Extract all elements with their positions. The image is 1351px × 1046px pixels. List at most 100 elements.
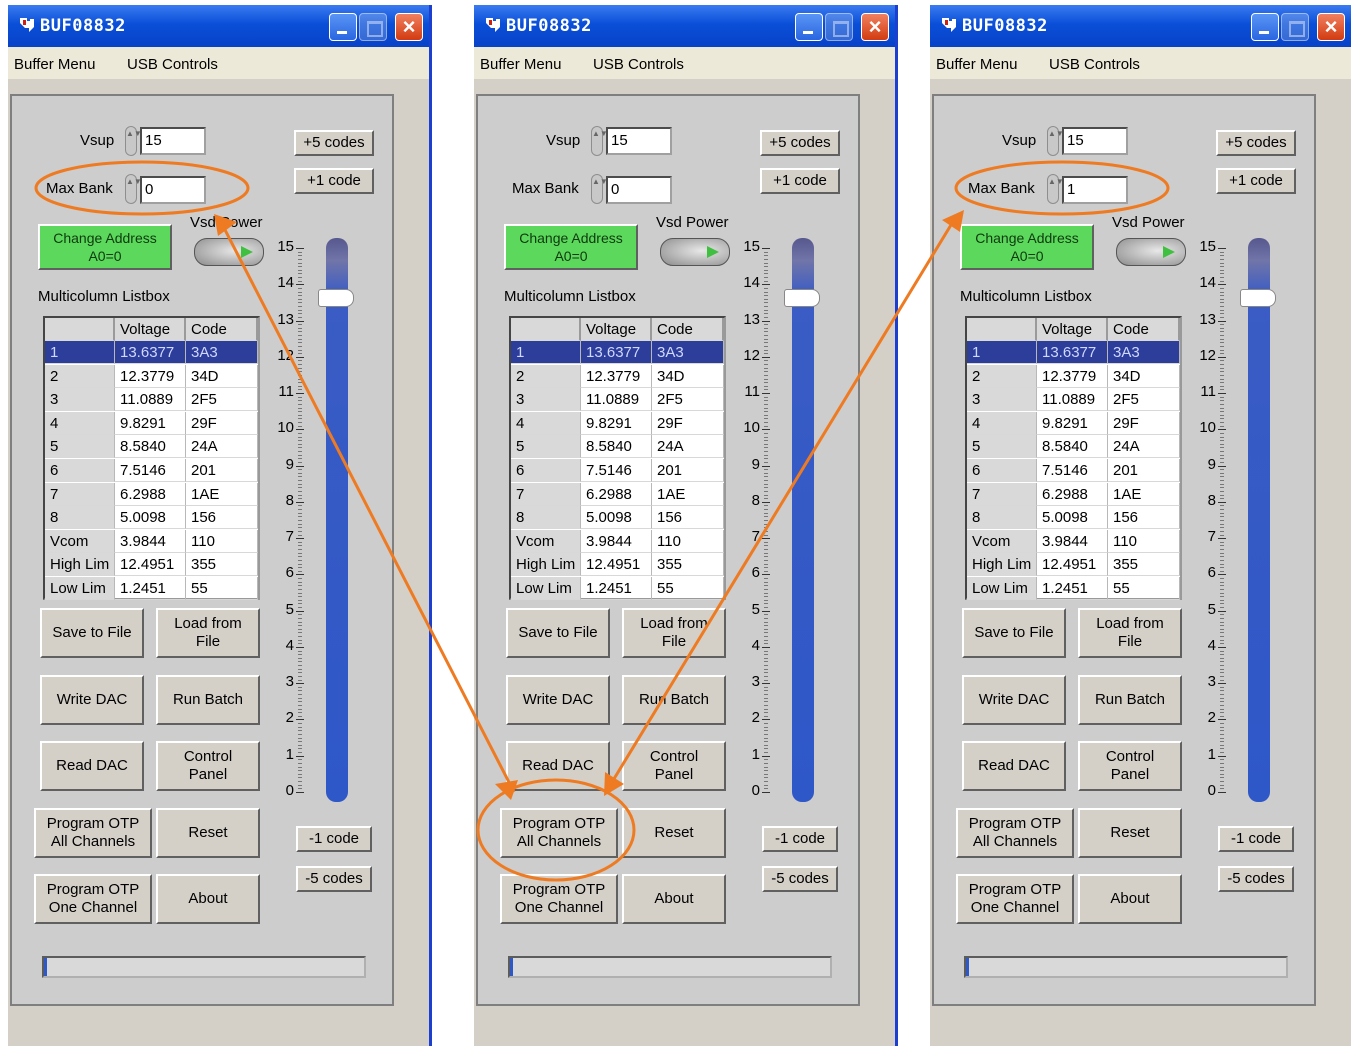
run-batch-button[interactable]: Run Batch — [622, 675, 726, 725]
program-otp-one-button[interactable]: Program OTP One Channel — [34, 874, 152, 924]
read-dac-button[interactable]: Read DAC — [506, 741, 610, 791]
write-dac-button[interactable]: Write DAC — [40, 675, 144, 725]
table-row[interactable]: 6 7.5146 201 — [967, 459, 1180, 482]
maxbank-input[interactable]: 0 — [606, 176, 672, 204]
column-header[interactable]: Code — [1108, 318, 1180, 341]
run-batch-button[interactable]: Run Batch — [156, 675, 260, 725]
table-row[interactable]: 7 6.2988 1AE — [967, 482, 1180, 506]
table-row[interactable]: 6 7.5146 201 — [45, 459, 258, 482]
table-row[interactable]: 4 9.8291 29F — [967, 411, 1180, 435]
program-otp-all-button[interactable]: Program OTP All Channels — [956, 808, 1074, 858]
maxbank-input[interactable]: 1 — [1062, 176, 1128, 204]
read-dac-button[interactable]: Read DAC — [962, 741, 1066, 791]
vsd-power-toggle[interactable] — [194, 238, 264, 266]
maximize-button[interactable] — [825, 13, 853, 41]
close-button[interactable]: × — [395, 13, 423, 41]
column-header[interactable]: Voltage — [1037, 318, 1108, 341]
table-row[interactable]: 5 8.5840 24A — [967, 435, 1180, 459]
table-row[interactable]: Low Lim 1.2451 55 — [511, 577, 724, 600]
load-from-file-button[interactable]: Load from File — [156, 608, 260, 658]
minus-5-codes-button[interactable]: -5 codes — [1218, 866, 1294, 892]
run-batch-button[interactable]: Run Batch — [1078, 675, 1182, 725]
maxbank-spinner[interactable]: ▲▼ — [591, 174, 608, 204]
table-row[interactable]: 2 12.3779 34D — [967, 364, 1180, 388]
reset-button[interactable]: Reset — [156, 808, 260, 858]
load-from-file-button[interactable]: Load from File — [622, 608, 726, 658]
multicolumn-listbox[interactable]: Voltage Code 1 13.6377 3A3 2 12.3779 34D 3 11.088… — [509, 316, 726, 600]
menu-usb-controls[interactable]: USB Controls — [127, 56, 218, 73]
multicolumn-listbox[interactable]: Voltage Code 1 13.6377 3A3 2 12.3779 34D 3 11.088… — [43, 316, 260, 600]
table-row[interactable]: Low Lim 1.2451 55 — [967, 577, 1180, 600]
reset-button[interactable]: Reset — [622, 808, 726, 858]
voltage-slider-track[interactable] — [792, 238, 814, 802]
voltage-slider-track[interactable] — [1248, 238, 1270, 802]
title-bar[interactable]: BUF08832 × — [474, 5, 895, 47]
menu-usb-controls[interactable]: USB Controls — [1049, 56, 1140, 73]
vsup-spinner[interactable]: ▲▼ — [1047, 126, 1064, 156]
close-button[interactable]: × — [1317, 13, 1345, 41]
table-row[interactable]: 5 8.5840 24A — [45, 435, 258, 459]
table-row[interactable]: 1 13.6377 3A3 — [45, 341, 258, 364]
program-otp-all-button[interactable]: Program OTP All Channels — [500, 808, 618, 858]
table-row[interactable]: 5 8.5840 24A — [511, 435, 724, 459]
program-otp-all-button[interactable]: Program OTP All Channels — [34, 808, 152, 858]
voltage-slider-thumb[interactable] — [318, 289, 354, 308]
table-row[interactable]: High Lim 12.4951 355 — [511, 553, 724, 577]
title-bar[interactable]: BUF08832 × — [8, 5, 429, 47]
column-header[interactable]: Code — [186, 318, 258, 341]
table-row[interactable]: 3 11.0889 2F5 — [45, 388, 258, 412]
minimize-button[interactable] — [1251, 13, 1279, 41]
table-row[interactable]: 4 9.8291 29F — [45, 411, 258, 435]
about-button[interactable]: About — [156, 874, 260, 924]
table-row[interactable]: 8 5.0098 156 — [45, 506, 258, 530]
close-button[interactable]: × — [861, 13, 889, 41]
table-row[interactable]: Low Lim 1.2451 55 — [45, 577, 258, 600]
table-row[interactable]: 8 5.0098 156 — [511, 506, 724, 530]
menu-buffer[interactable]: Buffer Menu — [480, 56, 561, 73]
table-row[interactable]: 7 6.2988 1AE — [511, 482, 724, 506]
table-row[interactable]: 3 11.0889 2F5 — [967, 388, 1180, 412]
table-row[interactable]: 7 6.2988 1AE — [45, 482, 258, 506]
table-row[interactable]: 6 7.5146 201 — [511, 459, 724, 482]
program-otp-one-button[interactable]: Program OTP One Channel — [956, 874, 1074, 924]
voltage-slider-track[interactable] — [326, 238, 348, 802]
maxbank-spinner[interactable]: ▲▼ — [1047, 174, 1064, 204]
title-bar[interactable]: BUF08832 × — [930, 5, 1351, 47]
column-header[interactable]: Code — [652, 318, 724, 341]
column-header[interactable] — [511, 318, 581, 341]
table-row[interactable]: 2 12.3779 34D — [511, 364, 724, 388]
reset-button[interactable]: Reset — [1078, 808, 1182, 858]
save-to-file-button[interactable]: Save to File — [962, 608, 1066, 658]
table-row[interactable]: 1 13.6377 3A3 — [967, 341, 1180, 364]
read-dac-button[interactable]: Read DAC — [40, 741, 144, 791]
load-from-file-button[interactable]: Load from File — [1078, 608, 1182, 658]
vsd-power-toggle[interactable] — [1116, 238, 1186, 266]
minus-5-codes-button[interactable]: -5 codes — [296, 866, 372, 892]
table-row[interactable]: 1 13.6377 3A3 — [511, 341, 724, 364]
table-row[interactable]: Vcom 3.9844 110 — [511, 529, 724, 553]
menu-usb-controls[interactable]: USB Controls — [593, 56, 684, 73]
minus-1-code-button[interactable]: -1 code — [296, 826, 372, 852]
control-panel-button[interactable]: Control Panel — [156, 741, 260, 791]
table-row[interactable]: 4 9.8291 29F — [511, 411, 724, 435]
vsup-input[interactable]: 15 — [140, 127, 206, 155]
column-header[interactable] — [45, 318, 115, 341]
vsd-power-toggle[interactable] — [660, 238, 730, 266]
table-row[interactable]: 2 12.3779 34D — [45, 364, 258, 388]
voltage-slider-thumb[interactable] — [1240, 289, 1276, 308]
change-address-button[interactable]: Change Address A0=0 — [960, 224, 1094, 270]
save-to-file-button[interactable]: Save to File — [506, 608, 610, 658]
multicolumn-listbox[interactable]: Voltage Code 1 13.6377 3A3 2 12.3779 34D 3 11.088… — [965, 316, 1182, 600]
table-row[interactable]: Vcom 3.9844 110 — [45, 529, 258, 553]
menu-buffer[interactable]: Buffer Menu — [936, 56, 1017, 73]
maxbank-spinner[interactable]: ▲▼ — [125, 174, 142, 204]
minus-1-code-button[interactable]: -1 code — [1218, 826, 1294, 852]
change-address-button[interactable]: Change Address A0=0 — [504, 224, 638, 270]
menu-buffer[interactable]: Buffer Menu — [14, 56, 95, 73]
control-panel-button[interactable]: Control Panel — [1078, 741, 1182, 791]
column-header[interactable]: Voltage — [581, 318, 652, 341]
maxbank-input[interactable]: 0 — [140, 176, 206, 204]
minus-5-codes-button[interactable]: -5 codes — [762, 866, 838, 892]
voltage-slider-thumb[interactable] — [784, 289, 820, 308]
table-row[interactable]: 3 11.0889 2F5 — [511, 388, 724, 412]
